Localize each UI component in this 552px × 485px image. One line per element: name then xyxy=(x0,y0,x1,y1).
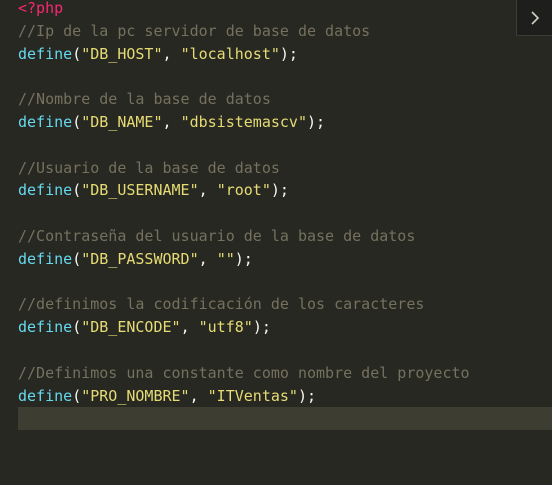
php-open-tag: <?php xyxy=(18,0,64,17)
comment: //Contraseña del usuario de la base de d… xyxy=(18,226,416,245)
code-line: define("DB_ENCODE", "utf8"); xyxy=(18,318,271,337)
code-editor[interactable]: <?php //Ip de la pc servidor de base de … xyxy=(0,0,552,485)
code-content[interactable]: <?php //Ip de la pc servidor de base de … xyxy=(18,0,470,407)
comment: //Nombre de la base de datos xyxy=(18,90,271,109)
constant-value: "utf8" xyxy=(198,318,253,337)
function-name: define xyxy=(18,386,73,405)
function-name: define xyxy=(18,181,73,200)
constant-name: "DB_PASSWORD" xyxy=(81,249,199,268)
code-line: //definimos la codificación de los carac… xyxy=(18,293,470,316)
constant-value: "" xyxy=(216,249,235,268)
comment: //Usuario de la base de datos xyxy=(18,158,280,177)
code-line: define("DB_NAME", "dbsistemascv"); xyxy=(18,112,326,131)
code-line: //Definimos una constante como nombre de… xyxy=(18,362,470,385)
constant-name: "PRO_NOMBRE" xyxy=(81,386,190,405)
constant-name: "DB_HOST" xyxy=(81,44,163,63)
code-line: //Nombre de la base de datos xyxy=(18,88,470,111)
comment: //Definimos una constante como nombre de… xyxy=(18,363,470,382)
function-name: define xyxy=(18,318,73,337)
code-line: define("DB_HOST", "localhost"); xyxy=(18,44,298,63)
comment: //definimos la codificación de los carac… xyxy=(18,295,425,314)
constant-value: "ITVentas" xyxy=(207,386,298,405)
code-line: //Ip de la pc servidor de base de datos xyxy=(18,20,470,43)
chevron-right-icon xyxy=(530,10,540,25)
code-line: define("DB_PASSWORD", ""); xyxy=(18,249,253,268)
constant-value: "dbsistemascv" xyxy=(180,112,307,131)
function-name: define xyxy=(18,44,73,63)
code-line: //Contraseña del usuario de la base de d… xyxy=(18,225,470,248)
current-line-highlight xyxy=(18,407,552,430)
function-name: define xyxy=(18,249,73,268)
constant-name: "DB_NAME" xyxy=(81,112,163,131)
constant-name: "DB_ENCODE" xyxy=(81,318,181,337)
constant-value: "localhost" xyxy=(180,44,280,63)
code-line: //Usuario de la base de datos xyxy=(18,157,470,180)
expand-panel-button[interactable] xyxy=(516,0,552,36)
code-line: <?php xyxy=(18,0,470,20)
code-line: define("PRO_NOMBRE", "ITVentas"); xyxy=(18,386,317,405)
code-line: define("DB_USERNAME", "root"); xyxy=(18,181,289,200)
comment: //Ip de la pc servidor de base de datos xyxy=(18,21,371,40)
constant-value: "root" xyxy=(216,181,271,200)
constant-name: "DB_USERNAME" xyxy=(81,181,199,200)
function-name: define xyxy=(18,112,73,131)
